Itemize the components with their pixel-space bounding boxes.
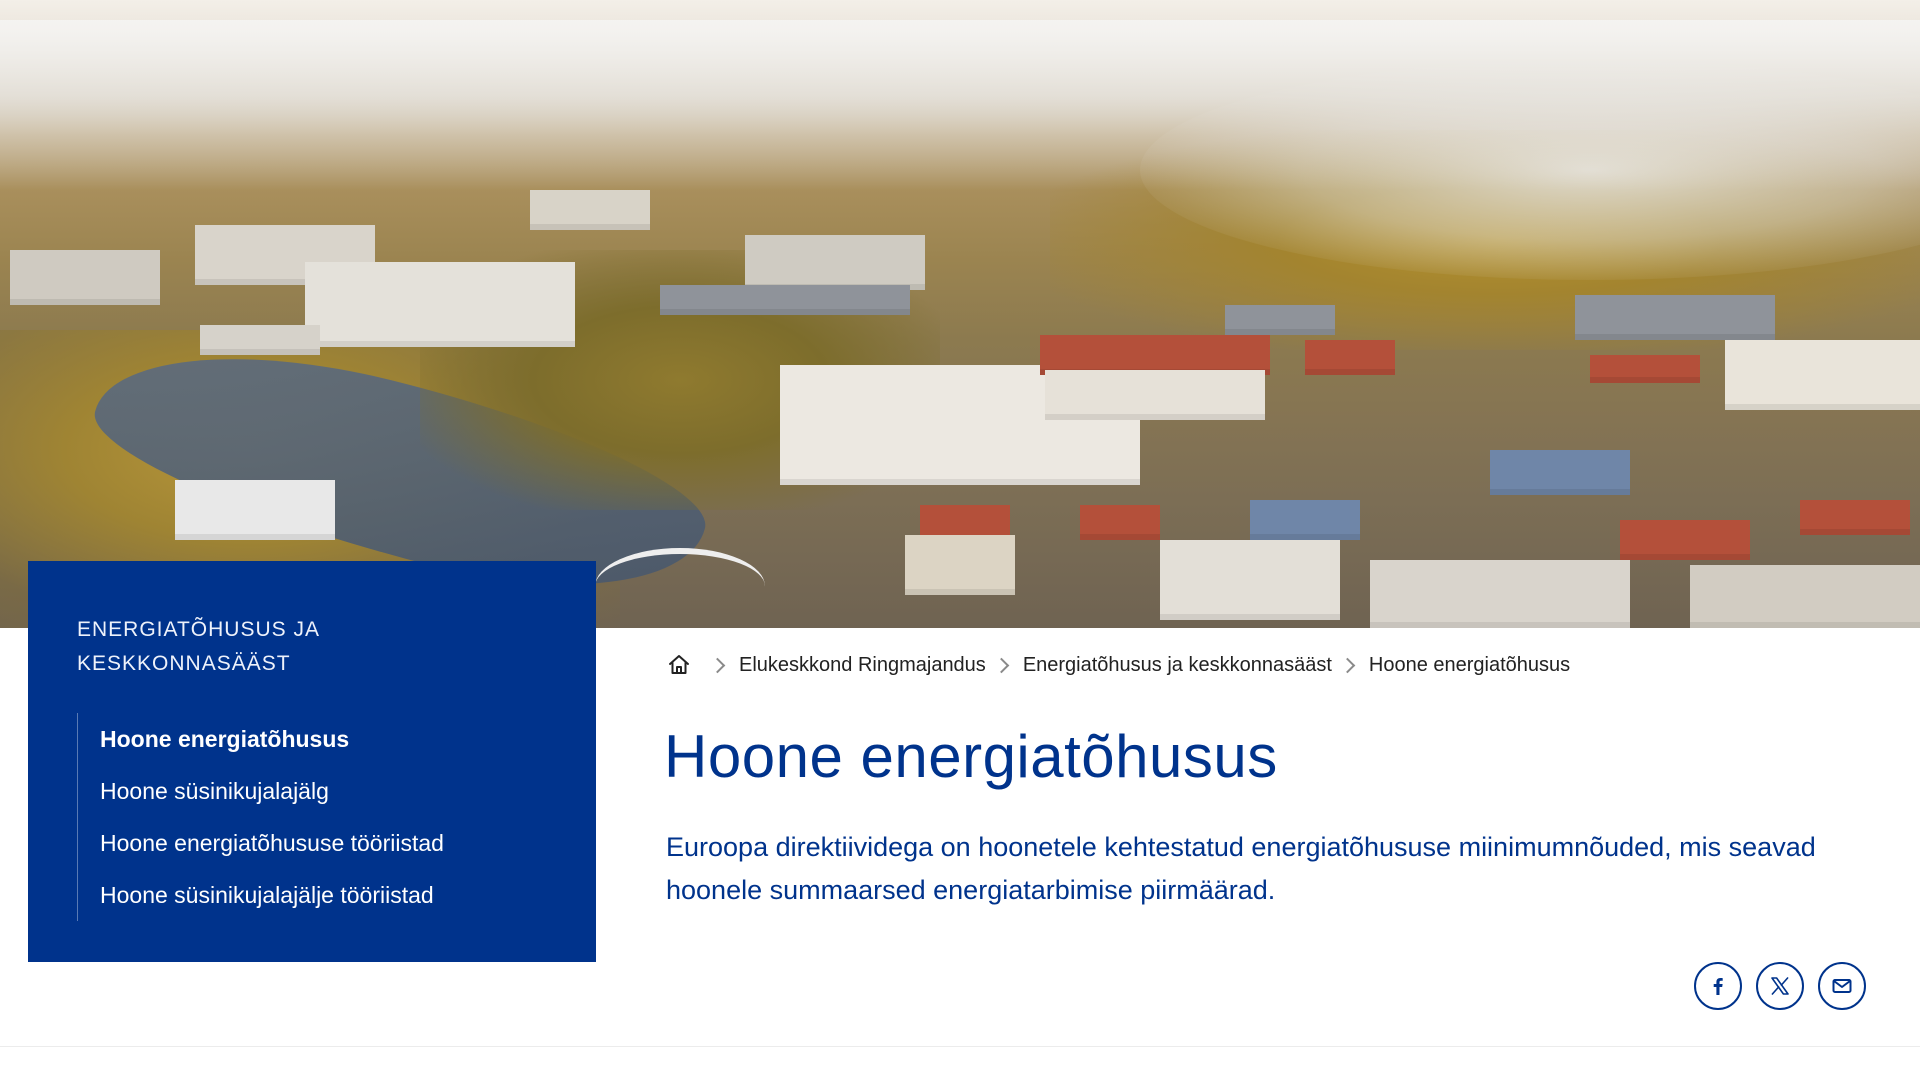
sidebar-menu: Hoone energiatõhusus Hoone süsinikujalaj…	[77, 713, 556, 921]
hero-building	[660, 285, 910, 315]
hero-building	[1490, 450, 1630, 495]
hero-building	[1620, 520, 1750, 560]
home-icon[interactable]	[666, 652, 692, 678]
hero-building	[1590, 355, 1700, 383]
hero-building	[1690, 565, 1920, 628]
hero-building	[1800, 500, 1910, 535]
hero-building	[905, 535, 1015, 595]
facebook-icon	[1713, 978, 1723, 995]
hero-building	[530, 190, 650, 230]
share-x-button[interactable]	[1756, 962, 1804, 1010]
breadcrumb: Elukeskkond Ringmajandus Energiatõhusus …	[666, 650, 1570, 680]
sidebar-item-hoone-energiatohusus[interactable]: Hoone energiatõhusus	[100, 713, 556, 765]
hero-building	[1160, 540, 1340, 620]
sidebar-item-hoone-susinikujalajalg[interactable]: Hoone süsinikujalajälg	[100, 765, 556, 817]
hero-building	[10, 250, 160, 305]
hero-building	[1080, 505, 1160, 540]
hero-building	[1370, 560, 1630, 628]
hero-building	[200, 325, 320, 355]
hero-building	[1045, 370, 1265, 420]
hero-building	[1725, 340, 1920, 410]
chevron-right-icon	[709, 657, 726, 673]
hero-building	[175, 480, 335, 540]
sidebar-item-susinikujalajalje-tooriistad[interactable]: Hoone süsinikujalajälje tööriistad	[100, 869, 556, 921]
hero-fog	[0, 20, 1920, 190]
breadcrumb-link-energiatohusus[interactable]: Energiatõhusus ja keskkonnasääst	[1023, 654, 1332, 677]
chevron-right-icon	[1339, 657, 1356, 673]
share-email-button[interactable]	[1818, 962, 1866, 1010]
sidebar-item-energiatohususe-tooriistad[interactable]: Hoone energiatõhususe tööriistad	[100, 817, 556, 869]
x-icon	[1771, 977, 1789, 995]
hero-building	[1305, 340, 1395, 375]
page-title: Hoone energiatõhusus	[664, 723, 1278, 790]
section-sidebar: ENERGIATÕHUSUS JA KESKKONNASÄÄST Hoone e…	[28, 561, 596, 962]
hero-building	[1575, 295, 1775, 340]
lead-paragraph: Euroopa direktiividega on hoonetele keht…	[666, 832, 1816, 905]
hero-building	[745, 235, 925, 290]
hero-image	[0, 0, 1920, 628]
email-icon	[1832, 979, 1852, 993]
chevron-right-icon	[993, 657, 1010, 673]
hero-building	[1225, 305, 1335, 335]
breadcrumb-link-elukeskkond[interactable]: Elukeskkond Ringmajandus	[739, 654, 986, 677]
hero-building	[1040, 335, 1270, 375]
hero-building	[305, 262, 575, 347]
hero-building	[1250, 500, 1360, 540]
footer-divider	[0, 1046, 1920, 1047]
breadcrumb-current: Hoone energiatõhusus	[1368, 653, 1571, 676]
sidebar-heading[interactable]: ENERGIATÕHUSUS JA KESKKONNASÄÄST	[77, 613, 377, 681]
share-buttons	[1694, 962, 1866, 1010]
share-facebook-button[interactable]	[1694, 962, 1742, 1010]
